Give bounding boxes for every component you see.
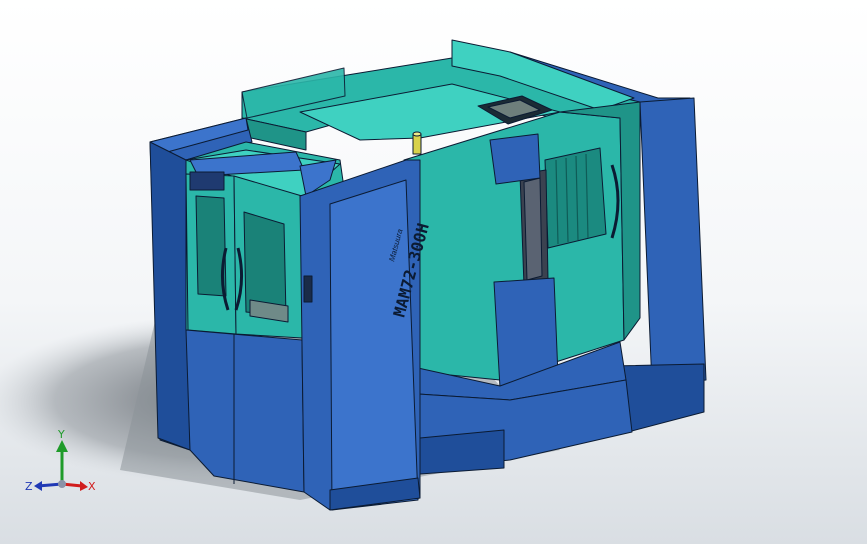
right-tower-front bbox=[639, 97, 707, 386]
triad-origin-icon bbox=[58, 480, 66, 488]
cad-viewport[interactable]: MAM72-300H Matsuura Y X Z bbox=[0, 0, 867, 544]
machine-model[interactable] bbox=[149, 39, 707, 511]
triad-label-z: Z bbox=[25, 480, 33, 493]
door-nameplate bbox=[189, 171, 225, 191]
front-base-plinth bbox=[419, 429, 505, 475]
front-pillar-face bbox=[329, 179, 419, 511]
spindle-ram-face bbox=[523, 177, 543, 281]
coolant-pin bbox=[412, 133, 422, 155]
triad-x-arrow-icon bbox=[80, 481, 88, 491]
triad-label-x: X bbox=[88, 480, 96, 493]
ram-guard bbox=[489, 133, 541, 185]
pillar-switch[interactable] bbox=[303, 275, 313, 303]
triad-z-arrow-icon bbox=[34, 481, 42, 491]
right-view-window bbox=[544, 147, 607, 249]
coolant-pin-top bbox=[412, 131, 422, 137]
triad-label-y: Y bbox=[57, 428, 65, 441]
